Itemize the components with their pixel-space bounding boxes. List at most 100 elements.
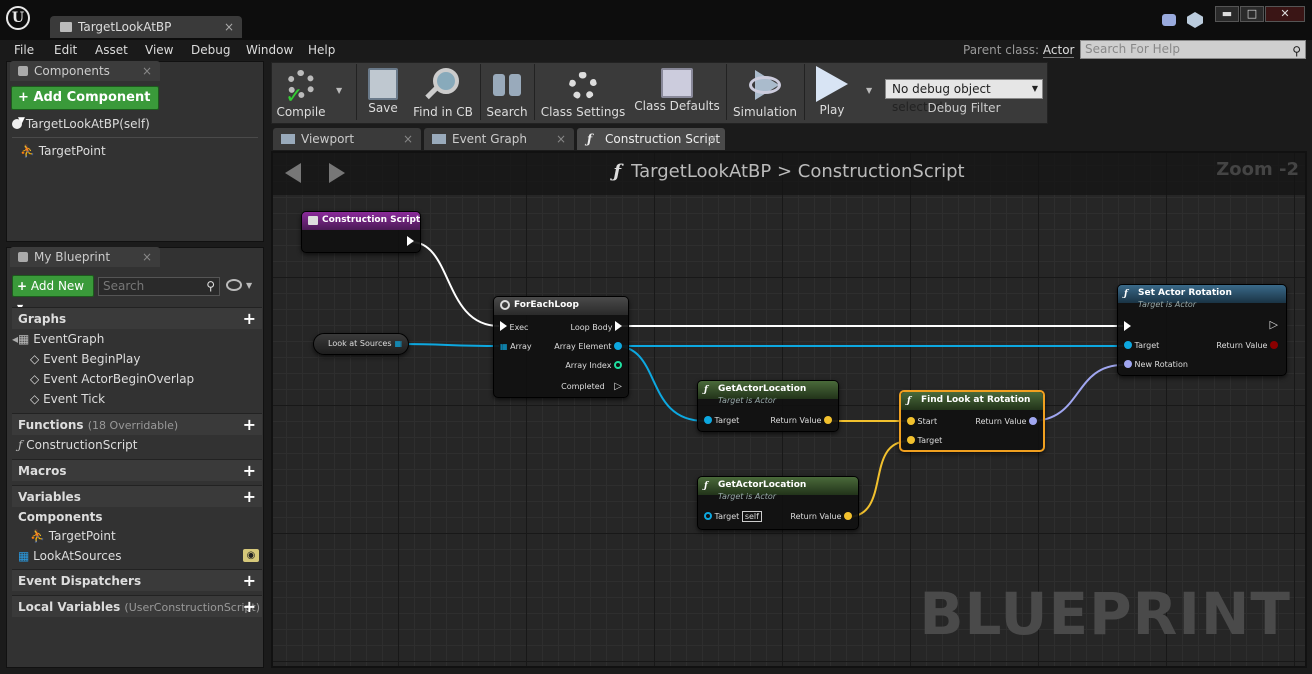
add-variable-icon[interactable]: +: [243, 486, 256, 508]
node-foreach-loop[interactable]: ForEachLoop Exec ▦ Array Loop Body Array…: [493, 296, 629, 398]
array-pin-icon[interactable]: ▦: [394, 338, 402, 350]
pin-label: Exec: [509, 323, 529, 332]
exec-in-pin[interactable]: [1124, 321, 1131, 334]
tab-label: Viewport: [301, 132, 355, 146]
play-options-chevron-icon[interactable]: ▼: [866, 86, 872, 95]
exec-out-pin[interactable]: [407, 236, 414, 249]
graph-canvas[interactable]: ƒ TargetLookAtBP > ConstructionScript Zoo…: [271, 151, 1307, 668]
target-vector-pin[interactable]: Target: [907, 435, 942, 447]
pin-label: Return Value: [975, 417, 1027, 426]
completed-pin[interactable]: Completed ▷: [561, 380, 622, 393]
component-root[interactable]: TargetLookAtBP(self): [12, 114, 150, 134]
self-default-box[interactable]: self: [741, 511, 762, 522]
menu-edit[interactable]: Edit: [54, 40, 77, 60]
node-get-actor-location-2[interactable]: ƒ GetActorLocation Target is Actor Target…: [697, 476, 859, 530]
tab-construction-script[interactable]: ƒ Construction Script ×: [577, 128, 725, 150]
return-value-pin[interactable]: Return Value: [1216, 340, 1278, 352]
node-get-actor-location-1[interactable]: ƒ GetActorLocation Target is Actor Target…: [697, 380, 839, 432]
view-options-eye-icon[interactable]: [226, 279, 242, 291]
save-button[interactable]: Save: [362, 62, 404, 124]
my-blueprint-tab[interactable]: My Blueprint ×: [10, 247, 160, 267]
return-value-pin[interactable]: Return Value: [975, 416, 1037, 428]
section-local-variables[interactable]: Local Variables (UserConstructionScript)…: [12, 595, 262, 617]
node-find-look-at-rotation[interactable]: ƒ Find Look at Rotation Start Target Retu…: [899, 390, 1045, 452]
exec-in-pin[interactable]: Exec: [500, 321, 528, 334]
variables-group-components[interactable]: Components: [18, 507, 103, 527]
debug-object-select[interactable]: No debug object selected ▼: [885, 79, 1043, 114]
menu-debug[interactable]: Debug: [191, 40, 230, 60]
section-graphs[interactable]: Graphs +: [12, 307, 262, 329]
return-value-pin[interactable]: Return Value: [770, 415, 832, 427]
close-tab-icon[interactable]: ×: [142, 61, 152, 81]
function-item[interactable]: ƒ ConstructionScript: [18, 435, 138, 455]
play-button[interactable]: Play: [808, 62, 856, 124]
exec-pin-icon: [407, 236, 414, 246]
tab-event-graph[interactable]: Event Graph ×: [424, 128, 574, 150]
minimize-button[interactable]: ▬: [1215, 6, 1239, 22]
graph-item-tick[interactable]: ◇ Event Tick: [30, 389, 105, 409]
find-in-cb-button[interactable]: Find in CB: [410, 62, 476, 124]
close-tab-icon[interactable]: ×: [556, 128, 566, 150]
section-event-dispatchers[interactable]: Event Dispatchers +: [12, 569, 262, 591]
close-tab-icon[interactable]: ×: [224, 16, 234, 38]
array-in-pin[interactable]: ▦ Array: [500, 341, 532, 353]
graph-item-overlap[interactable]: ◇ Event ActorBeginOverlap: [30, 369, 194, 389]
close-button[interactable]: ✕: [1265, 6, 1305, 22]
add-component-button[interactable]: + Add Component ▼: [11, 86, 159, 126]
target-pin[interactable]: Target self: [704, 511, 762, 523]
components-tab[interactable]: Components ×: [10, 61, 160, 81]
menu-asset[interactable]: Asset: [95, 40, 128, 60]
add-dispatcher-icon[interactable]: +: [243, 570, 256, 592]
variable-item[interactable]: ▦ LookAtSources: [18, 546, 121, 566]
compile-button[interactable]: ✓ Compile: [274, 62, 328, 124]
document-tab[interactable]: TargetLookAtBP ×: [50, 16, 242, 38]
parent-class-link[interactable]: Actor: [1042, 43, 1075, 58]
graph-item-eventgraph[interactable]: ◂▦ EventGraph: [12, 329, 104, 349]
search-button[interactable]: Search: [484, 62, 530, 124]
simulation-button[interactable]: Simulation: [730, 62, 800, 124]
compile-options-chevron-icon[interactable]: ▼: [336, 86, 342, 95]
menu-help[interactable]: Help: [308, 40, 335, 60]
chat-icon[interactable]: [1162, 14, 1176, 26]
section-variables[interactable]: Variables +: [12, 485, 262, 507]
node-look-at-sources[interactable]: Look at Sources ▦: [313, 333, 409, 355]
section-macros[interactable]: Macros +: [12, 459, 262, 481]
node-construction-script[interactable]: Construction Script: [301, 211, 421, 253]
chevron-down-icon[interactable]: ▼: [246, 281, 252, 290]
start-pin[interactable]: Start: [907, 416, 937, 428]
add-function-icon[interactable]: +: [243, 414, 256, 436]
node-set-actor-rotation[interactable]: ƒ Set Actor Rotation Target is Actor ▷ Ta…: [1117, 284, 1287, 376]
class-defaults-button[interactable]: Class Defaults: [632, 62, 722, 124]
search-label: Search: [486, 105, 528, 119]
array-element-pin[interactable]: Array Element: [554, 341, 622, 353]
target-pin[interactable]: Target: [1124, 340, 1159, 352]
return-value-pin[interactable]: Return Value: [790, 511, 852, 523]
help-search-input[interactable]: Search For Help ⚲: [1080, 40, 1306, 59]
close-tab-icon[interactable]: ×: [403, 128, 413, 150]
component-item[interactable]: ⛹ TargetPoint: [20, 141, 106, 161]
array-index-pin[interactable]: Array Index: [565, 360, 622, 372]
graph-item-beginplay[interactable]: ◇ Event BeginPlay: [30, 349, 140, 369]
target-pin[interactable]: Target: [704, 415, 739, 427]
section-functions[interactable]: Functions (18 Overridable) +: [12, 413, 262, 435]
add-new-button[interactable]: + Add New ▼: [12, 275, 94, 312]
node-title: Construction Script: [322, 215, 421, 225]
tab-viewport[interactable]: Viewport ×: [273, 128, 421, 150]
loop-body-pin[interactable]: Loop Body: [571, 321, 622, 334]
menu-window[interactable]: Window: [246, 40, 293, 60]
menu-file[interactable]: File: [14, 40, 34, 60]
add-macro-icon[interactable]: +: [243, 460, 256, 482]
close-tab-icon[interactable]: ×: [142, 247, 152, 267]
maximize-button[interactable]: □: [1240, 6, 1264, 22]
add-graph-icon[interactable]: +: [243, 308, 256, 330]
add-local-variable-icon[interactable]: +: [243, 596, 256, 618]
function-icon: ƒ: [587, 132, 593, 146]
class-settings-button[interactable]: Class Settings: [540, 62, 626, 124]
blueprint-search-input[interactable]: Search ⚲: [98, 277, 220, 296]
new-rotation-pin[interactable]: New Rotation: [1124, 359, 1188, 371]
exec-out-pin[interactable]: ▷: [1270, 319, 1278, 331]
variable-item[interactable]: ⛹ TargetPoint: [30, 526, 116, 546]
menu-view[interactable]: View: [145, 40, 173, 60]
visibility-eye-icon[interactable]: ◉: [243, 549, 259, 562]
close-tab-icon[interactable]: ×: [707, 128, 717, 150]
